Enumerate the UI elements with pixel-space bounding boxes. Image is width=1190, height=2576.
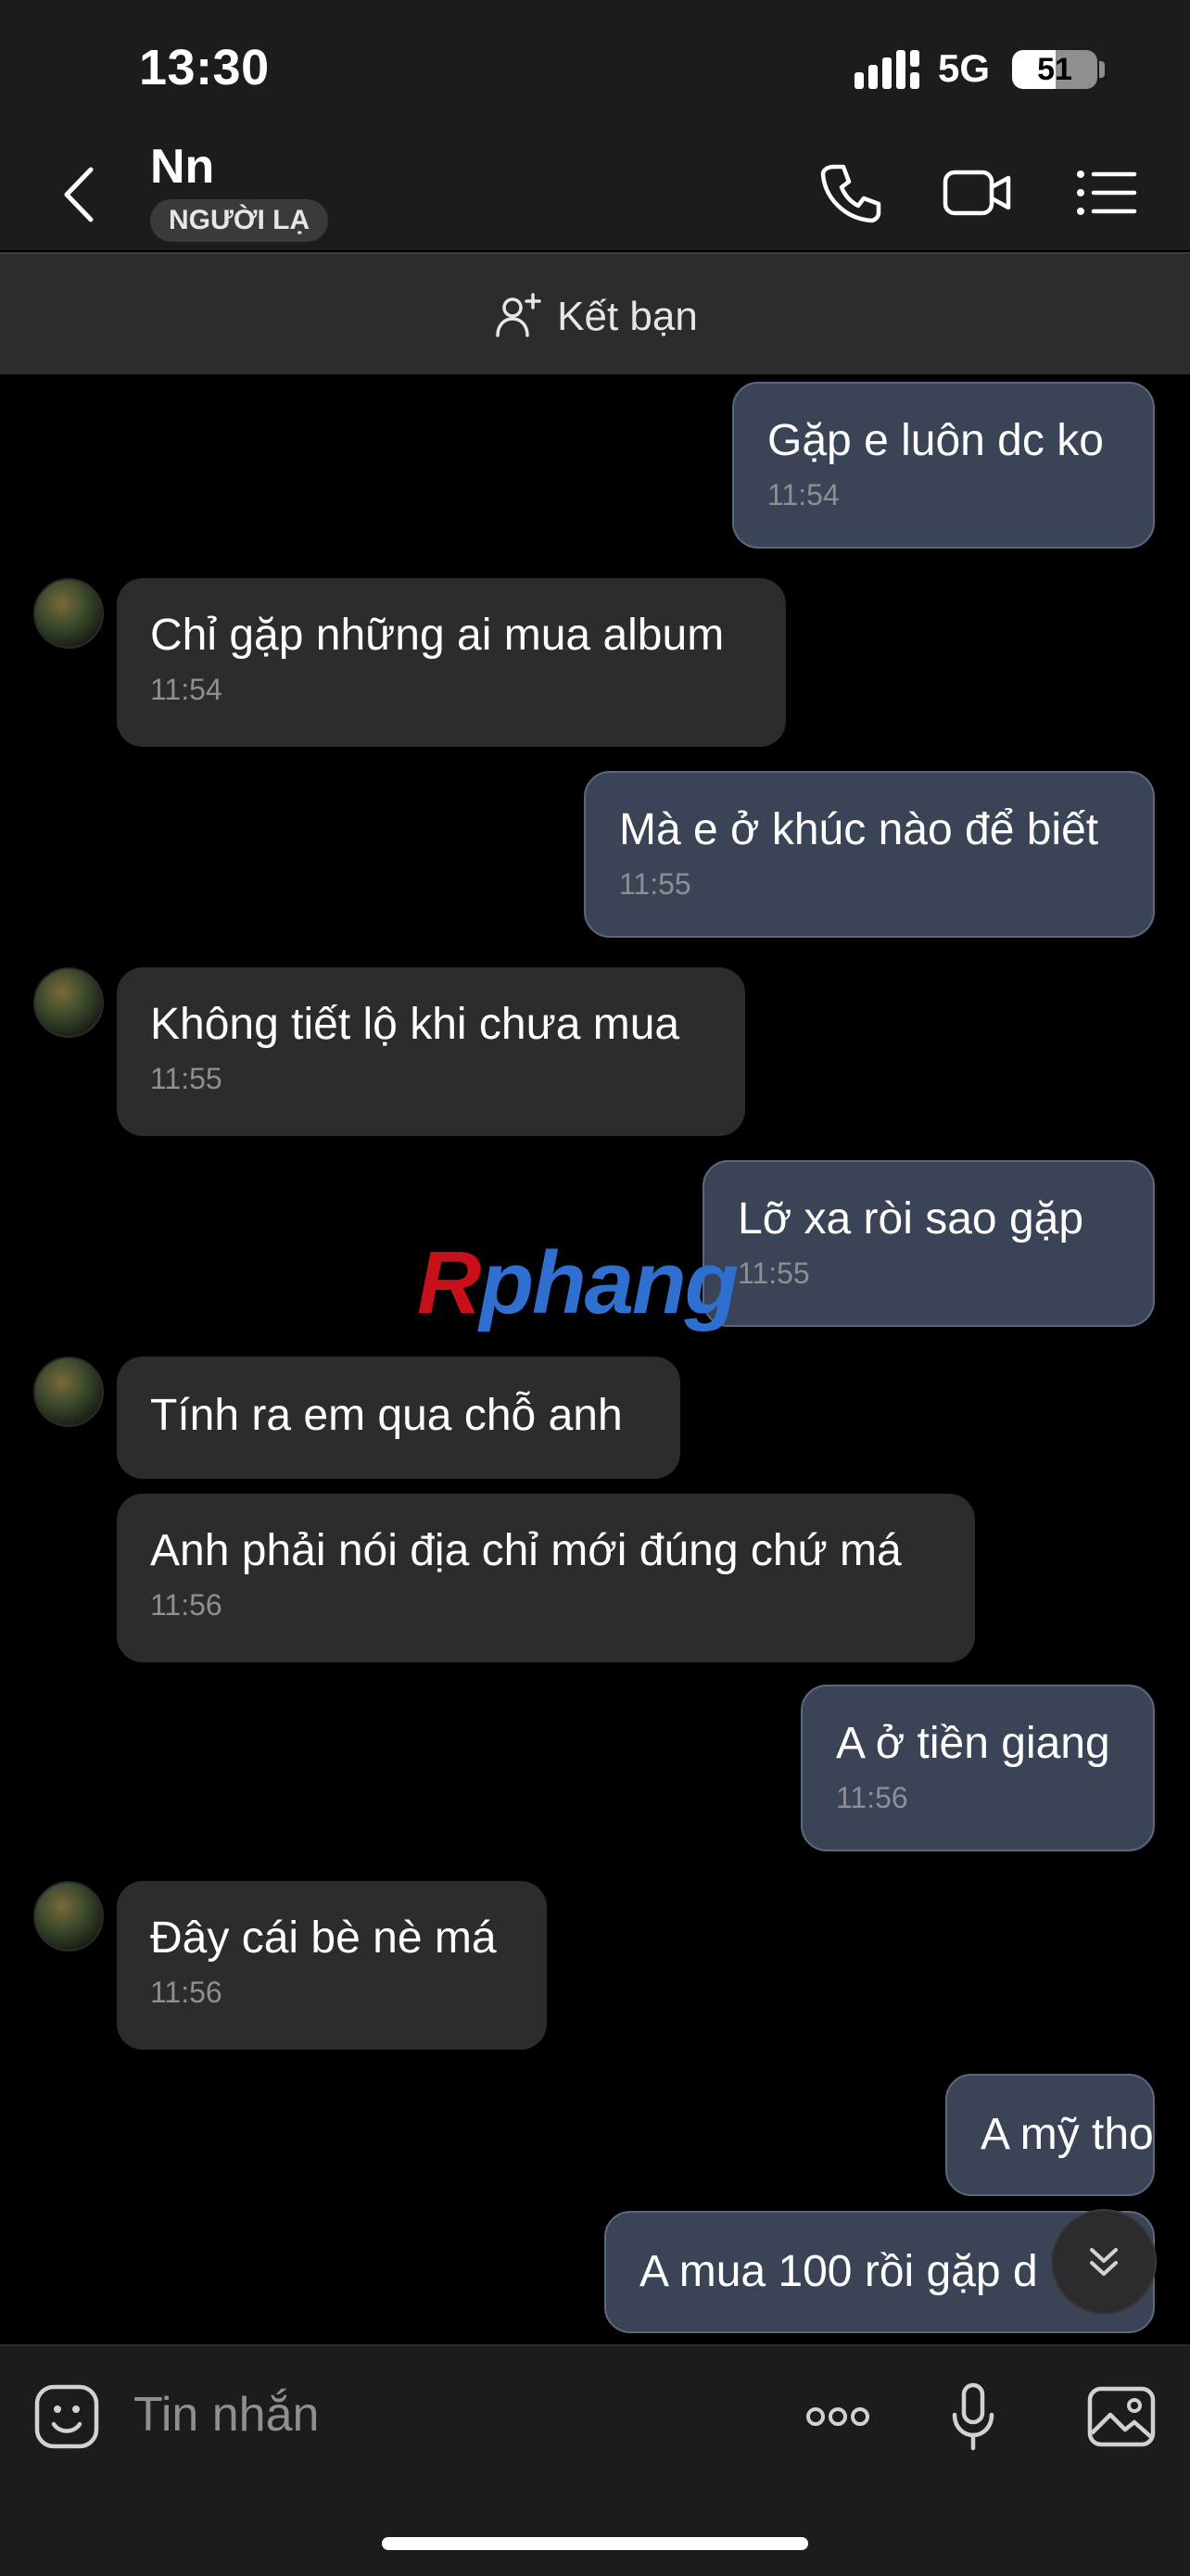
message-text: Không tiết lộ khi chưa mua — [150, 1000, 680, 1049]
message-text: A mua 100 rồi gặp d — [639, 2247, 1038, 2296]
stranger-badge: NGƯỜI LẠ — [150, 199, 329, 242]
message-text: Lỡ xa ròi sao gặp — [738, 1194, 1084, 1244]
message-time: 11:55 — [150, 1062, 222, 1095]
double-chevron-down-icon — [1090, 2248, 1118, 2276]
message-text: Mà e ở khúc nào để biết — [619, 805, 1099, 854]
more-options-icon[interactable] — [801, 2380, 875, 2454]
scroll-to-bottom-button[interactable] — [1051, 2209, 1157, 2315]
message-bubble-incoming[interactable]: Không tiết lộ khi chưa mua 11:55 — [117, 967, 745, 1136]
status-time: 13:30 — [139, 40, 270, 95]
battery-percent: 51 — [1037, 52, 1072, 87]
avatar[interactable] — [33, 967, 104, 1038]
message-text: A mỹ tho — [981, 2110, 1154, 2159]
message-text: Tính ra em qua chỗ anh — [150, 1391, 623, 1440]
message-text: Gặp e luôn dc ko — [767, 416, 1104, 465]
message-bubble-outgoing[interactable]: A ở tiền giang 11:56 — [801, 1685, 1155, 1851]
message-time: 11:55 — [619, 867, 691, 901]
sticker-emoji-icon[interactable] — [30, 2380, 104, 2454]
avatar[interactable] — [33, 578, 104, 649]
message-bubble-outgoing[interactable]: A mỹ tho — [945, 2074, 1155, 2196]
message-time: 11:54 — [767, 478, 840, 511]
battery-icon: 51 — [1012, 50, 1097, 89]
add-friend-label: Kết bạn — [557, 294, 698, 339]
message-bubble-outgoing[interactable]: Lỡ xa ròi sao gặp 11:55 — [703, 1160, 1155, 1327]
message-time: 11:56 — [150, 1588, 222, 1622]
message-bubble-incoming[interactable]: Chỉ gặp những ai mua album 11:54 — [117, 578, 786, 747]
add-friend-icon — [496, 293, 541, 337]
phone-icon[interactable] — [814, 156, 888, 230]
menu-list-icon[interactable] — [1070, 156, 1144, 230]
message-bubble-incoming[interactable]: Đây cái bè nè má 11:56 — [117, 1881, 547, 2050]
message-input[interactable] — [132, 2381, 784, 2448]
message-text: A ở tiền giang — [836, 1719, 1110, 1768]
message-time: 11:55 — [738, 1256, 810, 1290]
network-type: 5G — [938, 46, 991, 90]
image-gallery-icon[interactable] — [1084, 2380, 1158, 2454]
message-text: Đây cái bè nè má — [150, 1913, 497, 1963]
watermark-logo: Rphang — [417, 1233, 739, 1332]
message-time: 11:56 — [150, 1976, 222, 2009]
message-bubble-incoming[interactable]: Anh phải nói địa chỉ mới đúng chứ má 11:… — [117, 1494, 975, 1662]
message-time: 11:56 — [836, 1781, 908, 1814]
message-text: Chỉ gặp những ai mua album — [150, 611, 725, 660]
message-text: Anh phải nói địa chỉ mới đúng chứ má — [150, 1526, 902, 1575]
video-call-icon[interactable] — [940, 156, 1014, 230]
avatar[interactable] — [33, 1357, 104, 1427]
contact-name[interactable]: Nn — [150, 139, 214, 195]
message-bubble-incoming[interactable]: Tính ra em qua chỗ anh — [117, 1357, 680, 1479]
battery-cap — [1099, 61, 1105, 78]
message-time: 11:54 — [150, 673, 222, 706]
microphone-icon[interactable] — [936, 2380, 1010, 2454]
signal-icon — [855, 50, 919, 89]
message-bubble-outgoing[interactable]: Gặp e luôn dc ko 11:54 — [732, 382, 1155, 549]
back-chevron-icon[interactable] — [57, 162, 104, 227]
home-indicator — [382, 2537, 808, 2550]
message-bubble-outgoing[interactable]: Mà e ở khúc nào để biết 11:55 — [584, 771, 1155, 938]
add-friend-bar[interactable]: Kết bạn — [0, 252, 1190, 374]
avatar[interactable] — [33, 1881, 104, 1951]
